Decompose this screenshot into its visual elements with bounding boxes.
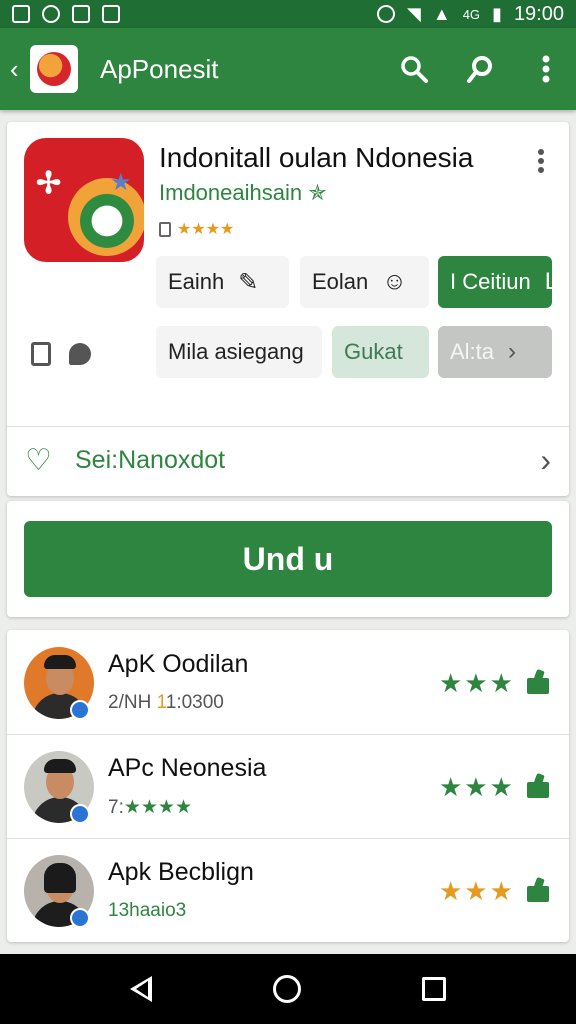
logo-emblem-icon xyxy=(37,52,71,86)
network-type-label: 4G xyxy=(462,6,481,22)
thumbs-up-icon[interactable] xyxy=(527,772,549,798)
app-more-button[interactable] xyxy=(529,146,553,176)
install-card: Und u xyxy=(7,501,569,617)
chip-2[interactable]: Eolan ☺ xyxy=(300,256,429,308)
chip-3[interactable]: I Ceitiun L xyxy=(438,256,552,308)
sync-icon xyxy=(42,5,60,23)
chevron-right-icon: › xyxy=(540,441,551,478)
edit-icon xyxy=(102,5,120,23)
chip-5[interactable]: Gukat xyxy=(332,326,429,378)
chip-4[interactable]: Mila asiegang xyxy=(156,326,322,378)
smiley-icon: ☺ xyxy=(382,268,407,295)
sim-icon xyxy=(12,5,30,23)
app-details-card: ✢ ★ Indonitall oulan Ndonesia Imdoneaihs… xyxy=(7,122,569,496)
developer-name: Imdoneaihsain xyxy=(159,180,303,205)
chip-3-icon: L xyxy=(544,268,552,295)
search-button[interactable] xyxy=(398,53,430,85)
thumbs-up-icon[interactable] xyxy=(527,876,549,902)
rating-stars: ★★★★ xyxy=(177,221,235,238)
chip-label: Eolan xyxy=(312,269,369,294)
reviewer-name: Apk Becblign xyxy=(108,858,254,886)
install-button[interactable]: Und u xyxy=(24,521,552,597)
review-item[interactable]: Apk Becblign 13haaio3 ★★★ xyxy=(7,838,569,942)
review-meta: 7:★★★★ xyxy=(108,797,192,818)
alarm-icon xyxy=(377,5,396,23)
nav-back-icon[interactable] xyxy=(130,976,153,1002)
device-icon[interactable] xyxy=(31,342,51,366)
wishlist-row[interactable]: ♡ Sei:Nanoxdot › xyxy=(7,428,569,492)
rooster-emblem-icon xyxy=(68,178,144,256)
app-bar: ‹ ApPonesit xyxy=(0,28,576,110)
chip-label: Al:ta xyxy=(450,339,495,364)
chip-label: I Ceitiun xyxy=(450,269,531,294)
review-item[interactable]: APc Neonesia 7:★★★★ ★★★ xyxy=(7,734,569,838)
heart-icon: ♡ xyxy=(25,443,52,477)
chip-label: Mila asiegang xyxy=(168,339,304,364)
nav-recents-icon[interactable] xyxy=(421,977,446,1001)
content-rating-icon xyxy=(159,221,171,237)
review-meta: 2/NH 11:0300 xyxy=(108,692,224,713)
app-meta: ★★★★ xyxy=(159,219,234,239)
camera-icon xyxy=(72,5,90,23)
magnifier-icon xyxy=(467,56,492,83)
thumbs-up-icon[interactable] xyxy=(527,668,549,694)
glyph-icon: ✢ xyxy=(36,167,62,200)
reviewer-name: ApK Oodilan xyxy=(108,650,249,678)
chevron-right-icon: › xyxy=(508,338,517,365)
verified-badge-icon xyxy=(70,804,90,824)
developer-badge-icon: ✯ xyxy=(308,180,327,205)
verified-badge-icon xyxy=(70,700,90,720)
back-arrow-icon[interactable]: ‹ xyxy=(10,54,28,85)
battery-icon: ▮ xyxy=(492,3,502,24)
app-bar-title: ApPonesit xyxy=(100,53,219,84)
review-meta: 13haaio3 xyxy=(108,900,187,921)
chat-icon[interactable] xyxy=(69,343,91,365)
review-stars: ★★★ xyxy=(439,668,515,698)
chip-label: Gukat xyxy=(344,339,403,364)
verified-badge-icon xyxy=(70,908,90,928)
review-stars: ★★★ xyxy=(439,772,515,802)
more-vert-icon xyxy=(542,55,550,83)
signal-icon: ▲ xyxy=(432,3,451,24)
review-stars: ★★★ xyxy=(439,876,515,906)
voice-search-button[interactable] xyxy=(464,53,496,85)
review-item[interactable]: ApK Oodilan 2/NH 11:0300 ★★★ xyxy=(7,630,569,734)
star-icon: ★ xyxy=(110,169,132,196)
nav-home-icon[interactable] xyxy=(272,975,301,1003)
clock: 19:00 xyxy=(513,2,564,25)
app-icon: ✢ ★ xyxy=(24,138,144,262)
pencil-icon: ✎ xyxy=(238,268,259,296)
status-bar: ◥ ▲ 4G ▮ 19:00 xyxy=(0,0,576,28)
chip-6[interactable]: Al:ta › xyxy=(438,326,552,378)
developer-link[interactable]: Imdoneaihsain ✯ xyxy=(159,180,327,206)
reviewer-name: APc Neonesia xyxy=(108,754,267,782)
chip-label: Eainh xyxy=(168,269,225,294)
chip-1[interactable]: Eainh ✎ xyxy=(156,256,289,308)
overflow-menu-button[interactable] xyxy=(530,53,562,85)
search-icon xyxy=(401,56,428,83)
wishlist-label: Sei:Nanoxdot xyxy=(75,445,226,474)
system-nav-bar xyxy=(0,954,576,1024)
app-name: Indonitall oulan Ndonesia xyxy=(159,142,474,173)
reviews-card: ApK Oodilan 2/NH 11:0300 ★★★ APc Neonesi… xyxy=(7,630,569,942)
divider xyxy=(7,426,569,427)
wifi-icon: ◥ xyxy=(407,3,421,24)
app-logo[interactable] xyxy=(30,45,78,93)
